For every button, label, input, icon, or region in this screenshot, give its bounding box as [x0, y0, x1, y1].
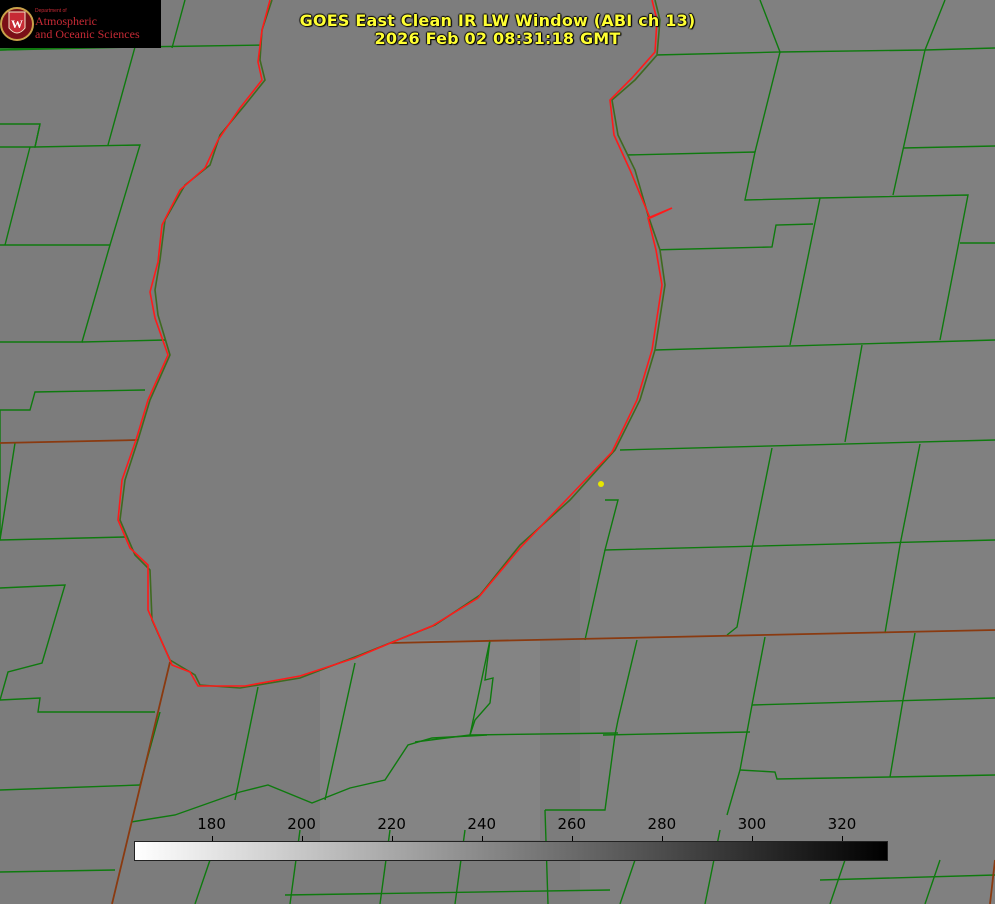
imagery-band — [580, 0, 995, 904]
image-timestamp: 2026 Feb 02 08:31:18 GMT — [374, 29, 621, 48]
image-title: GOES East Clean IR LW Window (ABI ch 13) — [299, 11, 696, 30]
colorbar-tick-label: 220 — [377, 815, 406, 833]
colorbar-tick-label: 240 — [467, 815, 497, 833]
colorbar — [134, 841, 888, 861]
colorbar-tick-label: 300 — [737, 815, 767, 833]
location-dot — [598, 481, 604, 487]
colorbar-tick-label: 320 — [827, 815, 857, 833]
colorbar-tick-label: 260 — [557, 815, 587, 833]
colorbar-tick-label: 280 — [647, 815, 677, 833]
colorbar-tick-label: 200 — [287, 815, 316, 833]
colorbar-tick-label: 180 — [197, 815, 226, 833]
satellite-map — [0, 0, 995, 904]
